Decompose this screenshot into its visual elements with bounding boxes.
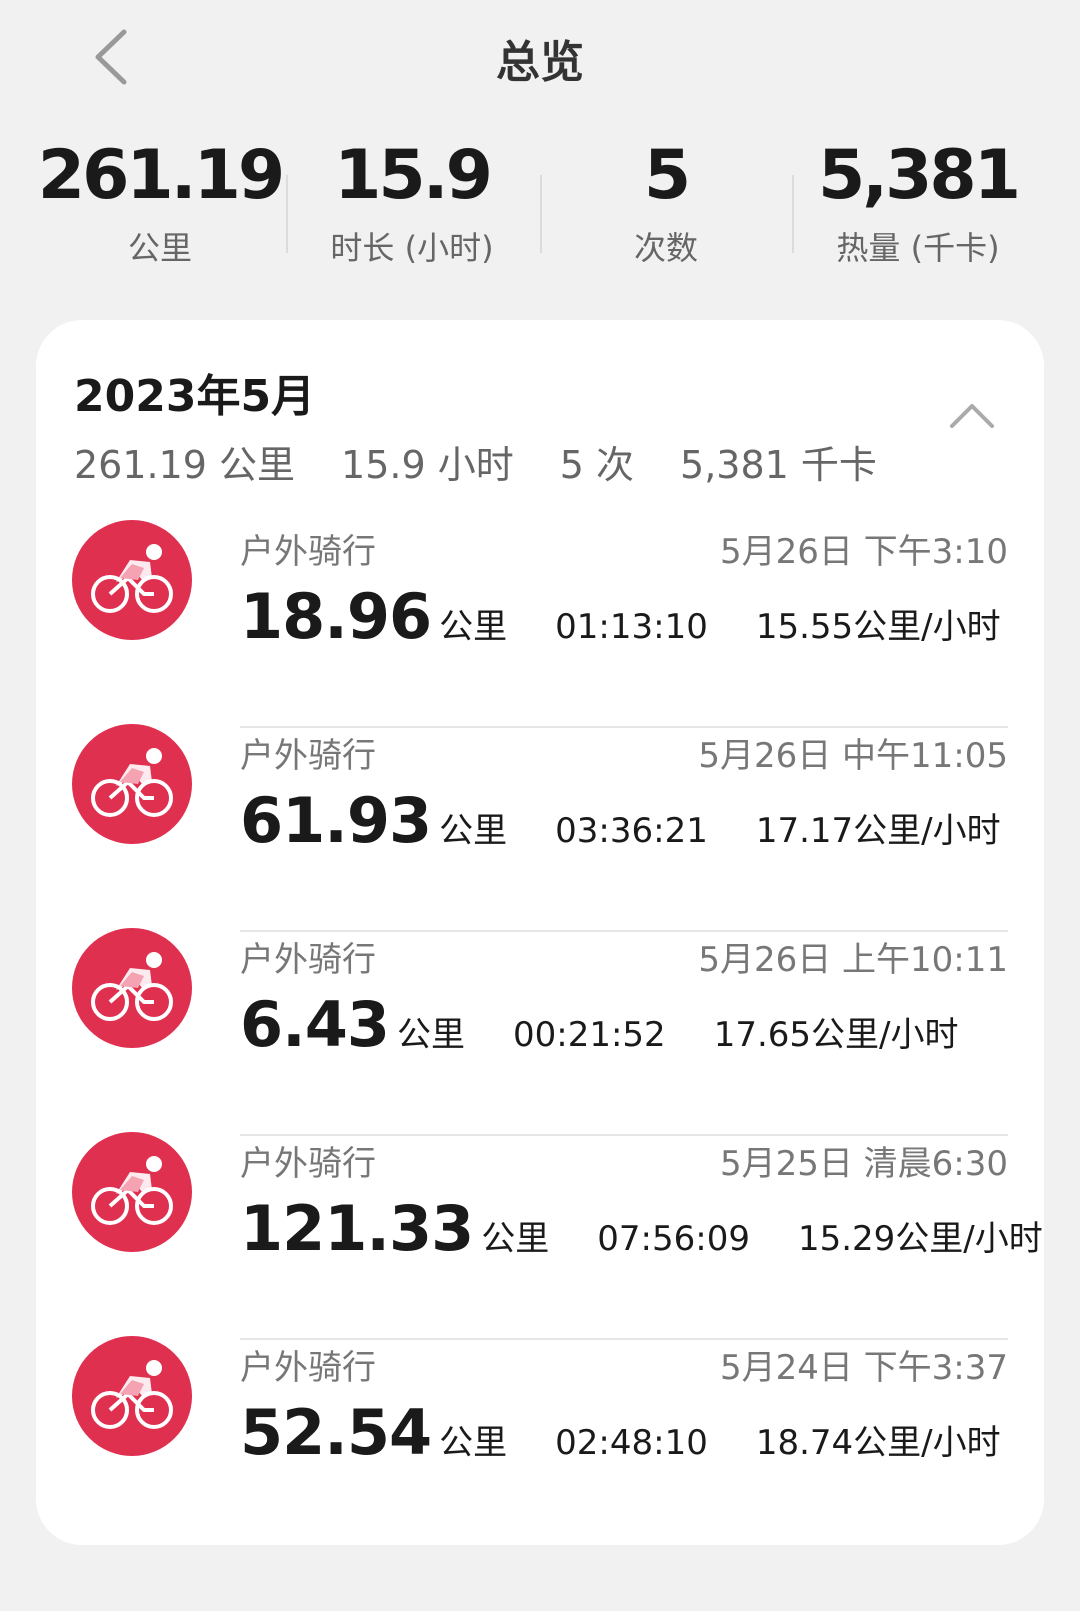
stat-value: 5 [643,136,691,215]
activity-speed: 17.65公里/小时 [713,1015,959,1055]
activity-time: 5月26日 下午3:10 [719,532,1008,572]
activity-metrics: 61.93 公里 03:36:21 17.17公里/小时 [240,784,1001,864]
summary-calories: 5,381 热量 (千卡) [792,130,1044,270]
activity-row[interactable]: 户外骑行 5月26日 上午10:11 6.43 公里 00:21:52 17.65公里… [36,928,1044,1136]
activity-speed: 18.74公里/小时 [755,1423,1001,1463]
month-duration: 15.9 小时 [341,443,514,487]
stat-label: 热量 (千卡) [836,229,1000,267]
activity-distance: 61.93 [240,784,432,857]
activity-distance: 52.54 [240,1396,432,1469]
activity-distance: 18.96 [240,580,432,653]
distance-unit: 公里 [439,811,508,851]
page-title: 总览 [496,37,584,88]
activity-metrics: 6.43 公里 00:21:52 17.65公里/小时 [240,988,958,1068]
activity-type: 户外骑行 [240,532,376,572]
cycling-icon [72,928,192,1048]
distance-unit: 公里 [439,1423,508,1463]
stat-label: 次数 [633,229,698,267]
month-count: 5 次 [559,443,635,487]
activity-type: 户外骑行 [240,1144,376,1184]
cycling-icon [72,724,192,844]
cycling-icon [72,520,192,640]
activity-metrics: 121.33 公里 07:56:09 15.29公里/小时 [240,1192,1043,1272]
top-bar: 总览 [0,0,1080,112]
activity-speed: 15.29公里/小时 [797,1219,1043,1259]
activity-time: 5月24日 下午3:37 [719,1348,1008,1388]
activity-distance: 121.33 [240,1192,474,1265]
activity-duration: 03:36:21 [555,811,708,851]
distance-unit: 公里 [396,1015,465,1055]
activity-duration: 07:56:09 [597,1219,750,1259]
collapse-button[interactable] [942,396,1002,436]
activity-time: 5月25日 清晨6:30 [719,1144,1008,1184]
activity-speed: 17.17公里/小时 [755,811,1001,851]
activity-row[interactable]: 户外骑行 5月25日 清晨6:30 121.33 公里 07:56:09 15.29公… [36,1132,1044,1340]
activity-time: 5月26日 中午11:05 [698,736,1008,776]
month-stats: 261.19 公里 15.9 小时 5 次 5,381 千卡 [74,434,923,487]
distance-unit: 公里 [439,607,508,647]
activity-time: 5月26日 上午10:11 [698,940,1008,980]
activity-type: 户外骑行 [240,940,376,980]
activity-speed: 15.55公里/小时 [755,607,1001,647]
activity-metrics: 52.54 公里 02:48:10 18.74公里/小时 [240,1396,1001,1476]
summary-duration: 15.9 时长 (小时) [286,130,538,270]
cycling-icon [72,1132,192,1252]
month-title: 2023年5月 [74,371,316,422]
distance-unit: 公里 [481,1219,550,1259]
month-card: 2023年5月 261.19 公里 15.9 小时 5 次 5,381 千卡 户… [36,320,1044,1545]
activity-type: 户外骑行 [240,1348,376,1388]
activity-duration: 01:13:10 [555,607,708,647]
summary-count: 5 次数 [540,130,792,270]
month-distance: 261.19 公里 [74,443,296,487]
cycling-icon [72,1336,192,1456]
activity-distance: 6.43 [240,988,390,1061]
activity-type: 户外骑行 [240,736,376,776]
activity-duration: 02:48:10 [555,1423,708,1463]
month-calories: 5,381 千卡 [680,443,877,487]
activity-duration: 00:21:52 [512,1015,666,1055]
stat-label: 公里 [127,229,192,267]
stat-label: 时长 (小时) [330,229,494,267]
chevron-up-icon [950,404,994,428]
summary-distance: 261.19 公里 [34,130,286,270]
activity-row[interactable]: 户外骑行 5月26日 下午3:10 18.96 公里 01:13:10 15.55公里… [36,520,1044,728]
activity-row[interactable]: 户外骑行 5月26日 中午11:05 61.93 公里 03:36:21 17.17公… [36,724,1044,932]
stat-value: 261.19 [37,136,285,215]
activity-metrics: 18.96 公里 01:13:10 15.55公里/小时 [240,580,1001,660]
summary-stats: 261.19 公里 15.9 时长 (小时) 5 次数 5,381 热量 (千卡… [0,130,1080,280]
stat-value: 5,381 [817,136,1021,215]
activity-row[interactable]: 户外骑行 5月24日 下午3:37 52.54 公里 02:48:10 18.74公里… [36,1336,1044,1544]
stat-value: 15.9 [334,136,493,215]
